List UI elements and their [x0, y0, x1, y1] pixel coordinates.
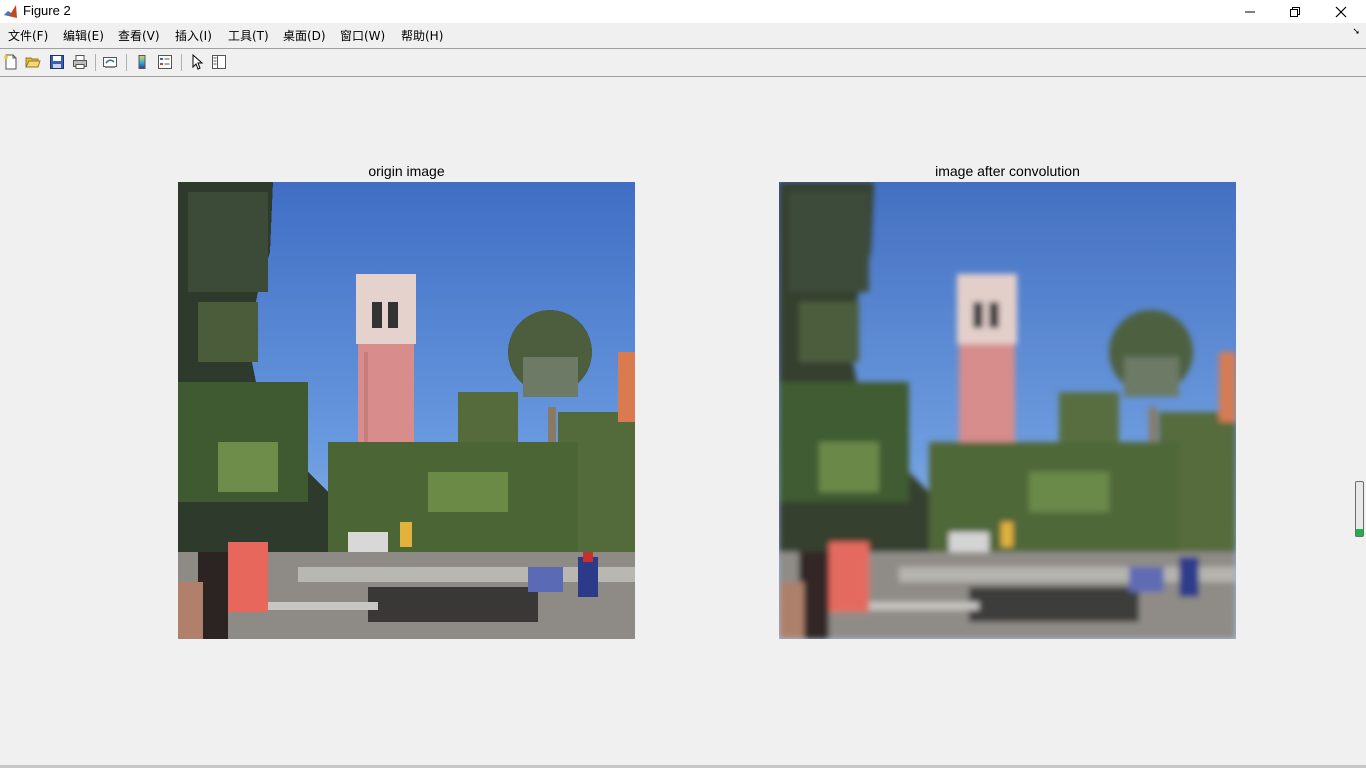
- convolved-image-graphic: [779, 182, 1236, 639]
- legend-icon: [158, 55, 172, 69]
- print-button[interactable]: [71, 53, 89, 71]
- right-axes-title: image after convolution: [935, 163, 1080, 179]
- colorbar-button[interactable]: [133, 53, 151, 71]
- minimize-icon: [1245, 11, 1255, 12]
- menu-tools[interactable]: 工具(T): [228, 27, 269, 44]
- menu-bar: 文件(F) 编辑(E) 查看(V) 插入(I) 工具(T) 桌面(D) 窗口(W…: [0, 23, 1366, 47]
- figure-toolbar: [0, 50, 1366, 75]
- toolbar-dock-arrow[interactable]: ➘: [1352, 27, 1360, 37]
- menu-divider: [0, 48, 1366, 49]
- save-button[interactable]: [48, 53, 66, 71]
- save-icon: [50, 55, 64, 69]
- scroll-indicator-icon: [1356, 529, 1363, 536]
- property-inspector-icon: [212, 55, 226, 69]
- menu-insert[interactable]: 插入(I): [175, 27, 212, 44]
- edit-plot-icon: [192, 54, 204, 70]
- toolbar-divider: [0, 76, 1366, 77]
- origin-image-graphic: [178, 182, 635, 639]
- print-icon: [73, 55, 87, 69]
- menu-desktop[interactable]: 桌面(D): [283, 27, 326, 44]
- open-file-icon: [25, 57, 41, 68]
- minimize-button[interactable]: [1227, 0, 1273, 23]
- new-figure-button[interactable]: [2, 53, 20, 71]
- colorbar-icon: [138, 55, 146, 69]
- menu-help[interactable]: 帮助(H): [401, 27, 443, 44]
- convolved-image[interactable]: [779, 182, 1236, 639]
- open-file-button[interactable]: [24, 53, 42, 71]
- menu-file[interactable]: 文件(F): [8, 27, 48, 44]
- restore-icon: [1290, 6, 1300, 17]
- toolbar-separator: [126, 54, 127, 71]
- legend-button[interactable]: [156, 53, 174, 71]
- menu-window[interactable]: 窗口(W): [340, 27, 385, 44]
- restore-button[interactable]: [1272, 0, 1318, 23]
- toolbar-separator: [181, 54, 182, 71]
- title-bar[interactable]: Figure 2: [0, 0, 1366, 23]
- left-axes-title: origin image: [368, 163, 445, 179]
- close-icon: [1335, 6, 1347, 17]
- link-plot-button[interactable]: [101, 53, 119, 71]
- link-plot-icon: [103, 57, 117, 68]
- toolbar-separator: [95, 54, 96, 71]
- window-title: Figure 2: [23, 3, 71, 18]
- edit-plot-button[interactable]: [188, 53, 206, 71]
- origin-image[interactable]: [178, 182, 635, 639]
- property-inspector-button[interactable]: [210, 53, 228, 71]
- new-figure-icon: [4, 54, 17, 70]
- menu-edit[interactable]: 编辑(E): [63, 27, 104, 44]
- menu-view[interactable]: 查看(V): [118, 27, 160, 44]
- close-button[interactable]: [1318, 0, 1364, 23]
- matlab-icon: [3, 4, 18, 19]
